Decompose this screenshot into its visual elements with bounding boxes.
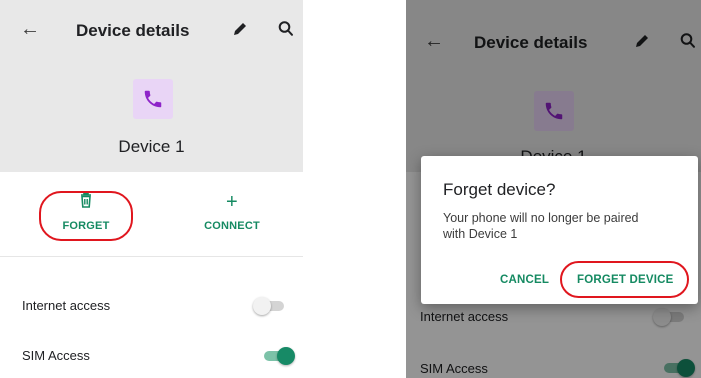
cancel-button[interactable]: CANCEL: [500, 274, 549, 286]
connect-label: CONNECT: [204, 220, 260, 232]
sim-access-label: SIM Access: [22, 348, 90, 363]
pencil-icon[interactable]: [231, 20, 249, 43]
page-title: Device details: [76, 21, 190, 40]
internet-access-label: Internet access: [22, 298, 111, 313]
forget-device-highlight-annotation: [560, 261, 689, 298]
device-phone-icon: [133, 79, 173, 119]
forget-highlight-annotation: [39, 191, 133, 241]
internet-access-toggle[interactable]: [253, 296, 287, 316]
device-details-screen: ← Device details Device 1 FORGET + CONNE…: [0, 0, 303, 378]
search-icon[interactable]: [278, 20, 294, 43]
device-name: Device 1: [118, 137, 185, 156]
plus-icon: +: [226, 191, 238, 213]
connect-button[interactable]: + CONNECT: [192, 192, 272, 232]
dialog-title: Forget device?: [443, 180, 556, 199]
back-arrow-icon[interactable]: ←: [20, 17, 40, 41]
forget-device-dialog-screen: ← Device details Device 1 Internet acces…: [406, 0, 701, 378]
device-header: ← Device details Device 1: [0, 0, 303, 172]
dialog-message: Your phone will no longer be paired with…: [443, 211, 639, 241]
sim-access-toggle[interactable]: [261, 346, 295, 366]
